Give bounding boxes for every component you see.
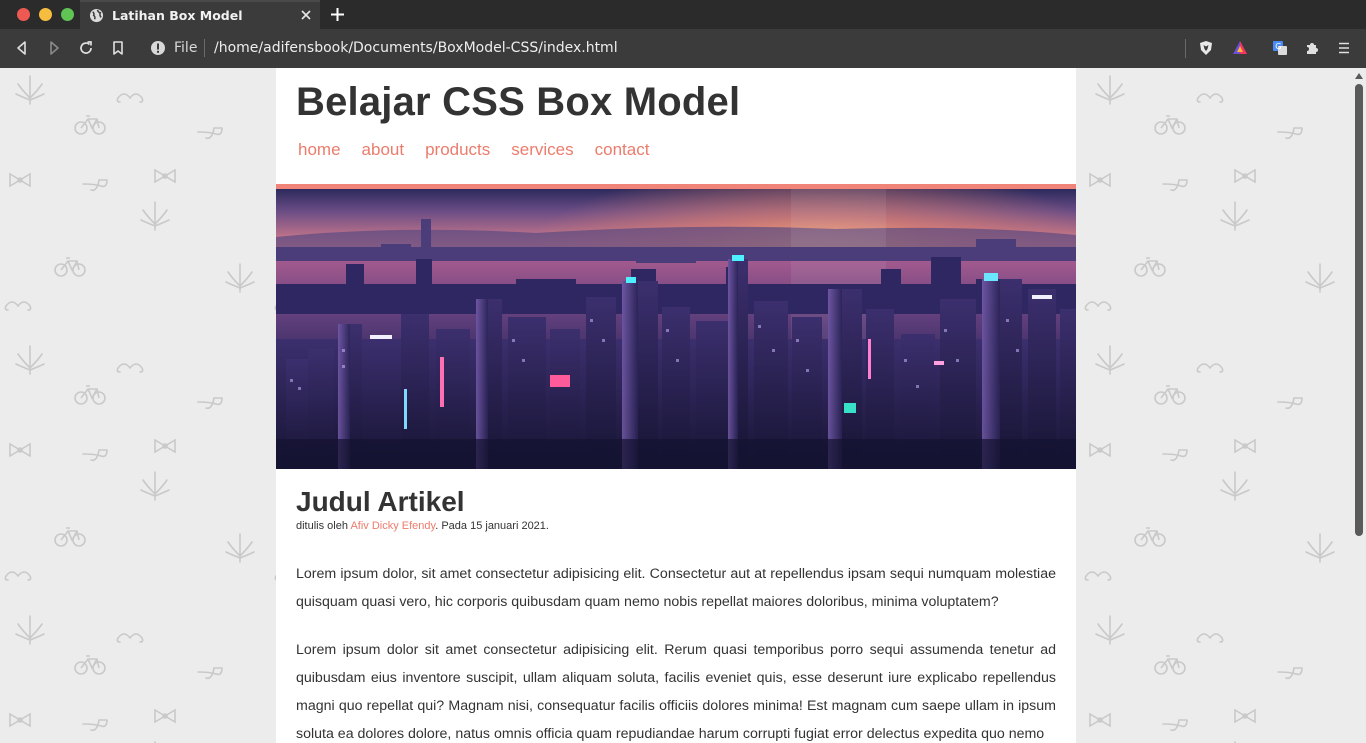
scrollbar-thumb[interactable]: [1355, 84, 1363, 536]
globe-icon: [89, 8, 104, 23]
url-separator: [204, 39, 205, 57]
article-paragraph: Lorem ipsum dolor sit amet consectetur a…: [296, 642, 1056, 742]
article-title: Judul Artikel: [296, 486, 465, 517]
byline-suffix: . Pada 15 januari 2021.: [435, 520, 549, 532]
reload-icon[interactable]: [78, 40, 94, 56]
byline-prefix: ditulis oleh: [296, 520, 351, 532]
browser-tab[interactable]: Latihan Box Model: [80, 0, 320, 29]
article-byline: ditulis oleh Afiv Dicky Efendy. Pada 15 …: [296, 520, 549, 532]
main-nav: home about products services contact: [298, 140, 649, 160]
browser-titlebar: Latihan Box Model: [0, 0, 1366, 29]
nav-contact[interactable]: contact: [595, 140, 650, 160]
tab-title: Latihan Box Model: [112, 8, 243, 23]
translate-icon[interactable]: G: [1272, 40, 1288, 56]
nav-home[interactable]: home: [298, 140, 341, 160]
page-viewport: Belajar CSS Box Model home about product…: [0, 68, 1366, 743]
nav-services[interactable]: services: [511, 140, 573, 160]
page-scrollbar[interactable]: [1352, 68, 1366, 743]
nav-products[interactable]: products: [425, 140, 490, 160]
puzzle-icon[interactable]: [1304, 40, 1320, 56]
window-minimize-button[interactable]: [39, 8, 52, 21]
close-tab-icon[interactable]: [299, 8, 313, 22]
svg-text:G: G: [1275, 42, 1281, 51]
article-paragraph: Lorem ipsum dolor, sit amet consectetur …: [296, 566, 1056, 610]
browser-toolbar: File /home/adifensbook/Documents/BoxMode…: [0, 29, 1366, 68]
info-icon[interactable]: [150, 40, 166, 56]
hero-cityscape-image: [276, 189, 1076, 469]
site-title: Belajar CSS Box Model: [296, 80, 741, 124]
bookmark-icon[interactable]: [110, 40, 126, 56]
arrow-right-icon[interactable]: [46, 40, 62, 56]
new-tab-icon[interactable]: [330, 7, 345, 22]
brave-shield-icon[interactable]: [1198, 40, 1214, 56]
address-bar[interactable]: /home/adifensbook/Documents/BoxModel-CSS…: [214, 40, 618, 56]
nav-about[interactable]: about: [362, 140, 405, 160]
url-scheme[interactable]: File: [174, 40, 197, 56]
arrow-left-icon[interactable]: [14, 40, 30, 56]
window-maximize-button[interactable]: [61, 8, 74, 21]
author-link[interactable]: Afiv Dicky Efendy: [350, 520, 435, 532]
toolbar-divider: [1185, 39, 1186, 58]
window-close-button[interactable]: [17, 8, 30, 21]
hamburger-menu-icon[interactable]: [1336, 40, 1352, 56]
page-container: Belajar CSS Box Model home about product…: [276, 68, 1076, 743]
scroll-up-arrow-icon[interactable]: [1355, 73, 1363, 79]
brave-rewards-icon[interactable]: [1232, 40, 1248, 56]
